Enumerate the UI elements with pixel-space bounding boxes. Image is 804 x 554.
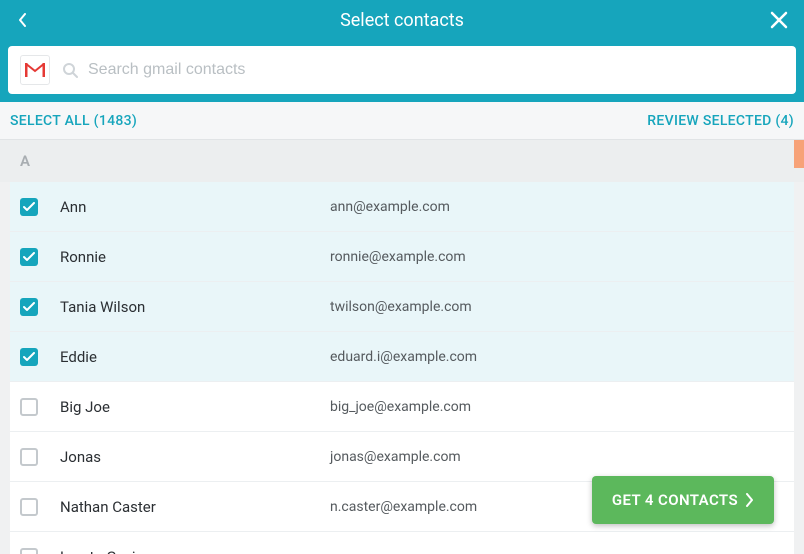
contact-name: Nathan Caster	[60, 498, 330, 516]
contact-name: Tania Wilson	[60, 298, 330, 316]
action-toolbar: SELECT ALL (1483) REVIEW SELECTED (4)	[0, 102, 804, 140]
contact-row[interactable]: Ronnieronnie@example.com	[10, 232, 794, 282]
gmail-logo-icon	[25, 63, 45, 77]
contact-row[interactable]: Big Joebig_joe@example.com	[10, 382, 794, 432]
check-icon	[23, 302, 35, 312]
contact-name: Loreta Gavin	[60, 548, 330, 554]
search-input[interactable]	[86, 60, 784, 80]
section-header: A	[0, 140, 804, 182]
check-icon	[23, 252, 35, 262]
scroll-indicator[interactable]	[794, 140, 804, 168]
review-selected-button[interactable]: REVIEW SELECTED (4)	[647, 113, 794, 129]
get-contacts-label: GET 4 CONTACTS	[612, 491, 738, 509]
contact-name: Ronnie	[60, 248, 330, 266]
contact-name: Jonas	[60, 448, 330, 466]
contact-email: ronnie@example.com	[330, 249, 466, 265]
contact-checkbox[interactable]	[20, 448, 38, 466]
gmail-icon	[20, 55, 50, 85]
contact-email: n.caster@example.com	[330, 499, 477, 515]
get-contacts-button[interactable]: GET 4 CONTACTS	[592, 476, 774, 524]
contact-row[interactable]: Loreta Gavin	[10, 532, 794, 554]
contact-row[interactable]: Tania Wilsontwilson@example.com	[10, 282, 794, 332]
contact-email: big_joe@example.com	[330, 399, 471, 415]
contact-name: Big Joe	[60, 398, 330, 416]
contact-checkbox[interactable]	[20, 348, 38, 366]
check-icon	[23, 202, 35, 212]
check-icon	[23, 352, 35, 362]
contact-email: eduard.i@example.com	[330, 349, 477, 365]
header: Select contacts	[0, 0, 804, 40]
contact-row[interactable]: Eddieeduard.i@example.com	[10, 332, 794, 382]
contact-checkbox[interactable]	[20, 398, 38, 416]
contact-checkbox[interactable]	[20, 548, 38, 554]
contact-email: ann@example.com	[330, 199, 450, 215]
contact-row[interactable]: Jonasjonas@example.com	[10, 432, 794, 482]
contact-name: Ann	[60, 198, 330, 216]
contact-name: Eddie	[60, 348, 330, 366]
contact-row[interactable]: Annann@example.com	[10, 182, 794, 232]
search-bar-container	[0, 40, 804, 102]
chevron-right-icon	[744, 493, 754, 507]
back-button[interactable]	[14, 11, 32, 29]
close-button[interactable]	[768, 9, 790, 31]
contact-checkbox[interactable]	[20, 498, 38, 516]
contact-email: jonas@example.com	[330, 449, 461, 465]
close-icon	[770, 11, 788, 29]
contact-checkbox[interactable]	[20, 298, 38, 316]
select-all-button[interactable]: SELECT ALL (1483)	[10, 113, 137, 129]
search-icon	[62, 62, 78, 78]
page-title: Select contacts	[0, 10, 804, 31]
contact-email: twilson@example.com	[330, 299, 472, 315]
chevron-left-icon	[18, 13, 28, 27]
contact-checkbox[interactable]	[20, 198, 38, 216]
section-letter: A	[20, 152, 30, 170]
search-bar[interactable]	[8, 46, 796, 94]
contacts-list-area: A Annann@example.comRonnieronnie@example…	[0, 140, 804, 554]
contact-checkbox[interactable]	[20, 248, 38, 266]
